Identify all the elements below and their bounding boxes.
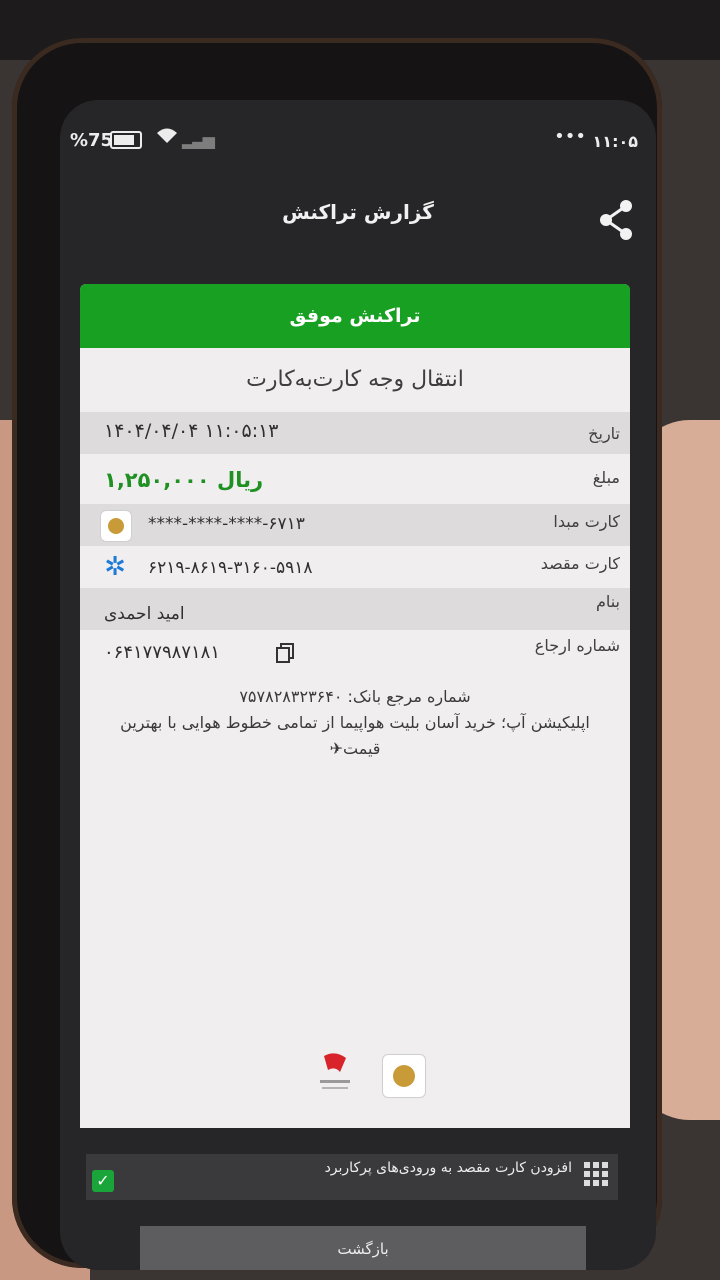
receipt-card: تراکنش موفق انتقال وجه کارت‌به‌کارت تاری… bbox=[80, 284, 630, 1128]
row-label: بنام bbox=[595, 592, 620, 611]
page-title: گزارش تراکنش bbox=[282, 200, 434, 224]
row-destination-card: کارت مقصد ✲ ۶۲۱۹-۸۶۱۹-۳۱۶۰-۵۹۱۸ bbox=[80, 546, 630, 588]
bank-saderat-logo: ✲ bbox=[104, 552, 126, 582]
bank-melli-logo bbox=[100, 510, 132, 542]
row-date: تاریخ ۱۴۰۴/۰۴/۰۴ ۱۱:۰۵:۱۳ bbox=[80, 412, 630, 454]
reference-value: ۰۶۴۱۷۷۹۸۷۱۸۱ bbox=[104, 642, 221, 663]
bank-reference-note: شماره مرجع بانک: ۷۵۷۸۲۸۳۲۳۶۴۰ bbox=[239, 687, 471, 706]
row-label: شماره ارجاع bbox=[534, 636, 620, 655]
date-value: ۱۴۰۴/۰۴/۰۴ ۱۱:۰۵:۱۳ bbox=[104, 420, 279, 442]
wifi-icon bbox=[156, 127, 178, 150]
row-name: بنام امید احمدی bbox=[80, 588, 630, 630]
add-card-row[interactable]: ✓ افزودن کارت مقصد به ورودی‌های پرکاربرد bbox=[86, 1154, 618, 1200]
battery-icon bbox=[110, 131, 142, 149]
status-banner: تراکنش موفق bbox=[80, 284, 630, 348]
row-amount: مبلغ ۱,۲۵۰,۰۰۰ ریال bbox=[80, 454, 630, 504]
add-card-label: افزودن کارت مقصد به ورودی‌های پرکاربرد bbox=[324, 1160, 572, 1176]
transaction-type: انتقال وجه کارت‌به‌کارت bbox=[246, 367, 464, 392]
phone-frame: %75 ▂▃▅ ••• ۱۱:۰۵ گزارش تراکنش تراکنش مو… bbox=[12, 38, 662, 1270]
source-card-value: ****-****-****-۶۷۱۳ bbox=[148, 514, 305, 534]
share-icon[interactable] bbox=[598, 198, 634, 244]
clock: ۱۱:۰۵ bbox=[592, 132, 638, 151]
footer-logos bbox=[80, 1050, 630, 1098]
battery-percent: %75 bbox=[70, 130, 114, 151]
notification-dots: ••• bbox=[554, 126, 586, 147]
name-value: امید احمدی bbox=[104, 604, 185, 624]
signal-icon: ▂▃▅ bbox=[182, 130, 215, 149]
status-bar: %75 ▂▃▅ ••• ۱۱:۰۵ bbox=[60, 100, 656, 160]
add-card-checkbox[interactable]: ✓ bbox=[92, 1170, 114, 1192]
promo-note: اپلیکیشن آپ؛ خرید آسان بلیت هواپیما از ت… bbox=[120, 713, 590, 758]
back-button[interactable]: بازگشت bbox=[140, 1226, 586, 1270]
grid-icon[interactable] bbox=[584, 1162, 608, 1186]
row-label: مبلغ bbox=[592, 468, 620, 487]
phone-screen: %75 ▂▃▅ ••• ۱۱:۰۵ گزارش تراکنش تراکنش مو… bbox=[60, 100, 656, 1270]
row-source-card: کارت مبدا ****-****-****-۶۷۱۳ bbox=[80, 504, 630, 546]
row-label: کارت مبدا bbox=[553, 512, 620, 531]
row-label: کارت مقصد bbox=[540, 554, 620, 573]
destination-card-value: ۶۲۱۹-۸۶۱۹-۳۱۶۰-۵۹۱۸ bbox=[148, 558, 313, 578]
app-logo-icon bbox=[310, 1052, 360, 1098]
amount-value: ۱,۲۵۰,۰۰۰ ریال bbox=[104, 468, 264, 492]
bank-melli-footer-logo bbox=[382, 1054, 426, 1098]
copy-icon[interactable] bbox=[276, 643, 294, 663]
row-label: تاریخ bbox=[588, 424, 620, 443]
row-reference: شماره ارجاع ۰۶۴۱۷۷۹۸۷۱۸۱ bbox=[80, 630, 630, 680]
